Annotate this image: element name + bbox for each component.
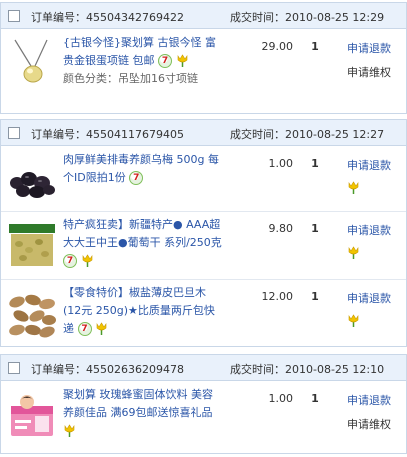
item-title: 特产疯狂卖】新疆特产● AAA超大大王中王●葡萄干 系列/250克 7 <box>63 216 223 270</box>
item-variant: 颜色分类：吊坠加16寸项链 <box>63 72 198 85</box>
order-number: 订单编号：45502636209478 <box>31 363 184 376</box>
tulip-icon <box>348 314 359 327</box>
seven-day-return-icon: 7 <box>77 322 92 336</box>
item-title: {古银今怪}聚划算 古银今怪 富贵金银蛋项链 包邮 7 颜色分类：吊坠加16寸项… <box>63 34 223 88</box>
order-checkbox[interactable] <box>8 10 20 22</box>
item-title: 【零食特价】椒盐薄皮巴旦木(12元 250g)★比质量两斤包快递 7 <box>63 284 223 338</box>
promo-icons: 7 <box>158 52 189 70</box>
item-qty: 1 <box>311 290 319 303</box>
tulip-icon <box>64 424 75 437</box>
order-header: 订单编号：45504117679405 成交时间：2010-08-25 12:2… <box>1 120 406 146</box>
tulip-icon <box>82 254 92 267</box>
refund-link[interactable]: 申请退款 <box>347 222 391 238</box>
seven-day-return-icon: 7 <box>158 54 172 68</box>
necklace-image[interactable] <box>7 36 57 86</box>
order-checkbox[interactable] <box>8 362 20 374</box>
order-number: 订单编号：45504342769422 <box>31 11 184 24</box>
tulip-action <box>347 181 360 195</box>
item-price: 1.00 <box>268 392 294 405</box>
refund-link[interactable]: 申请退款 <box>347 290 391 306</box>
item-qty: 1 <box>311 40 319 53</box>
promo-icons <box>63 422 76 440</box>
prunes-image[interactable] <box>7 153 57 203</box>
tulip-action <box>347 314 360 328</box>
order-header: 订单编号：45504342769422 成交时间：2010-08-25 12:2… <box>1 3 406 29</box>
order-time: 成交时间：2010-08-25 12:10 <box>230 363 385 376</box>
order-item: 特产疯狂卖】新疆特产● AAA超大大王中王●葡萄干 系列/250克 7 9.80… <box>1 211 406 279</box>
promo-icons: 7 <box>63 252 94 270</box>
item-qty: 1 <box>311 392 319 405</box>
tulip-icon <box>177 54 187 67</box>
item-title: 肉厚鲜美排毒养颜乌梅 500g 每个ID限拍1份 7 <box>63 151 223 187</box>
seven-day-return-icon: 7 <box>63 254 77 268</box>
order-item: 肉厚鲜美排毒养颜乌梅 500g 每个ID限拍1份 7 1.00 1 申请退款 <box>1 147 406 211</box>
refund-link[interactable]: 申请退款 <box>347 40 391 56</box>
item-price: 12.00 <box>261 290 294 303</box>
item-qty: 1 <box>311 157 319 170</box>
item-price: 1.00 <box>268 157 294 170</box>
order-item: {古银今怪}聚划算 古银今怪 富贵金银蛋项链 包邮 7 颜色分类：吊坠加16寸项… <box>1 30 406 114</box>
raisins-image[interactable] <box>7 220 57 270</box>
order-time: 成交时间：2010-08-25 12:27 <box>230 128 385 141</box>
item-title: 聚划算 玫瑰蜂蜜固体饮料 美容养颜佳品 满69包邮送惊喜礼品 <box>63 386 223 440</box>
rights-link[interactable]: 申请维权 <box>347 64 391 80</box>
order-checkbox[interactable] <box>8 127 20 139</box>
refund-link[interactable]: 申请退款 <box>347 392 391 408</box>
order-block: 订单编号：45504342769422 成交时间：2010-08-25 12:2… <box>0 2 407 114</box>
item-price: 29.00 <box>261 40 294 53</box>
tulip-icon <box>348 181 359 194</box>
order-time: 成交时间：2010-08-25 12:29 <box>230 11 385 24</box>
tulip-action <box>347 246 360 260</box>
almonds-image[interactable] <box>7 288 57 338</box>
rights-link[interactable]: 申请维权 <box>347 416 391 432</box>
order-item: 聚划算 玫瑰蜂蜜固体饮料 美容养颜佳品 满69包邮送惊喜礼品 1.00 1 申请… <box>1 382 406 453</box>
item-qty: 1 <box>311 222 319 235</box>
item-title-link[interactable]: 聚划算 玫瑰蜂蜜固体饮料 美容养颜佳品 满69包邮送惊喜礼品 <box>63 388 213 419</box>
order-block: 订单编号：45504117679405 成交时间：2010-08-25 12:2… <box>0 119 407 347</box>
item-title-link[interactable]: {古银今怪}聚划算 古银今怪 富贵金银蛋项链 包邮 <box>63 36 216 67</box>
tulip-icon <box>348 246 359 259</box>
honey-drink-image[interactable] <box>7 392 57 442</box>
seven-day-return-icon: 7 <box>129 171 144 185</box>
item-title-link[interactable]: 特产疯狂卖】新疆特产● AAA超大大王中王●葡萄干 系列/250克 <box>63 218 222 249</box>
order-item: 【零食特价】椒盐薄皮巴旦木(12元 250g)★比质量两斤包快递 7 12.00… <box>1 279 406 346</box>
promo-icons: 7 <box>77 320 109 338</box>
order-number: 订单编号：45504117679405 <box>31 128 184 141</box>
refund-link[interactable]: 申请退款 <box>347 157 391 173</box>
order-block: 订单编号：45502636209478 成交时间：2010-08-25 12:1… <box>0 354 407 454</box>
tulip-icon <box>96 322 107 335</box>
item-price: 9.80 <box>268 222 294 235</box>
promo-icons: 7 <box>129 169 144 187</box>
order-header: 订单编号：45502636209478 成交时间：2010-08-25 12:1… <box>1 355 406 381</box>
